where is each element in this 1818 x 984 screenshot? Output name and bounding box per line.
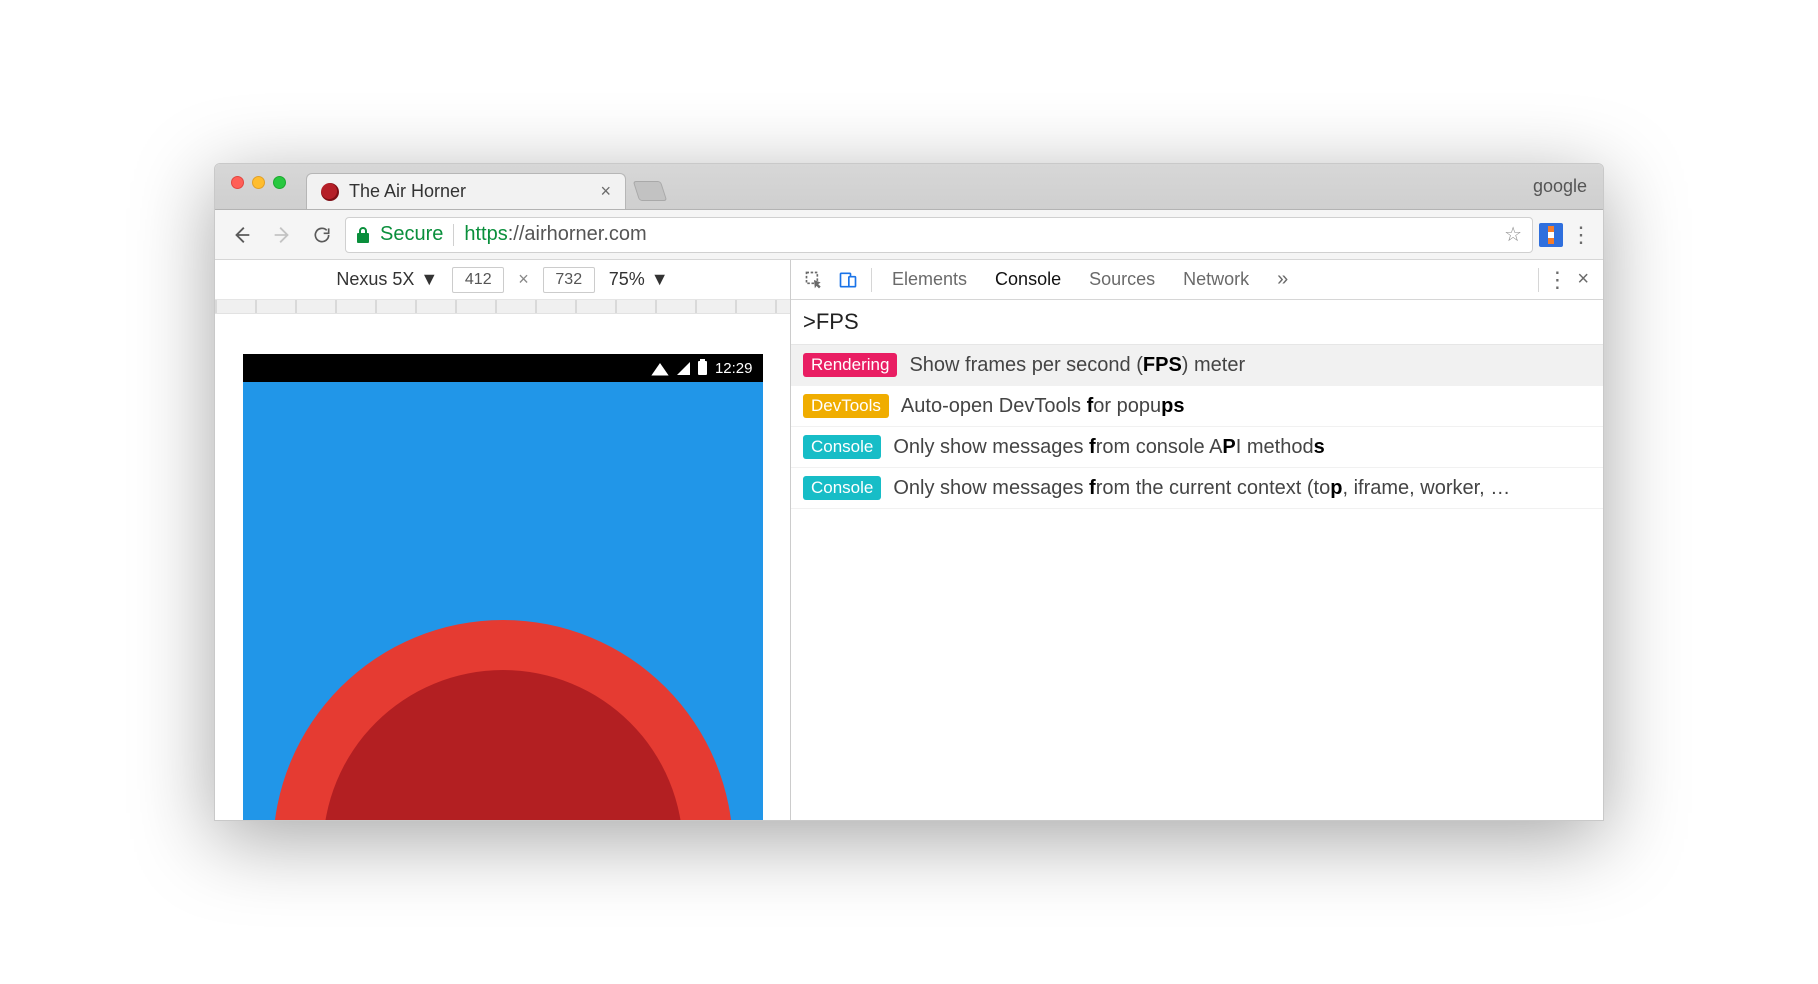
device-name: Nexus 5X bbox=[336, 269, 414, 290]
toolbar: Secure https://airhorner.com ☆ ⋮ bbox=[215, 210, 1603, 260]
chevron-down-icon: ▼ bbox=[420, 269, 438, 290]
battery-icon bbox=[698, 361, 707, 375]
devtools-menu-button[interactable]: ⋮ bbox=[1545, 267, 1569, 293]
android-status-bar: 12:29 bbox=[243, 354, 763, 382]
inspect-element-button[interactable] bbox=[797, 263, 831, 297]
separator bbox=[1538, 268, 1539, 292]
device-width-input[interactable] bbox=[452, 267, 504, 293]
command-menu-input-row bbox=[791, 300, 1603, 344]
devtools-close-button[interactable]: × bbox=[1569, 268, 1597, 291]
signal-icon bbox=[677, 362, 690, 375]
command-menu-item[interactable]: DevTools Auto-open DevTools for popups bbox=[791, 386, 1603, 427]
new-tab-button[interactable] bbox=[633, 181, 667, 201]
command-category-badge: DevTools bbox=[803, 394, 889, 418]
separator bbox=[453, 224, 454, 246]
window-controls bbox=[225, 164, 292, 209]
profile-label[interactable]: google bbox=[1533, 176, 1593, 197]
url-scheme: https bbox=[464, 223, 507, 245]
command-menu-item[interactable]: Console Only show messages from console A… bbox=[791, 427, 1603, 468]
device-frame: 12:29 bbox=[243, 354, 763, 820]
reload-icon bbox=[312, 225, 332, 245]
status-time: 12:29 bbox=[715, 360, 753, 377]
url-host: ://airhorner.com bbox=[508, 223, 647, 245]
chrome-menu-button[interactable]: ⋮ bbox=[1569, 222, 1593, 248]
lighthouse-extension-icon[interactable] bbox=[1539, 223, 1563, 247]
airhorn-inner-circle bbox=[323, 670, 683, 820]
tab-favicon-icon bbox=[321, 183, 339, 201]
zoom-select[interactable]: 75% ▼ bbox=[609, 269, 669, 290]
wifi-icon bbox=[651, 363, 669, 376]
command-category-badge: Rendering bbox=[803, 353, 897, 377]
window-zoom-button[interactable] bbox=[273, 176, 286, 189]
tab-strip: The Air Horner × google bbox=[215, 164, 1603, 210]
more-tabs-button[interactable]: » bbox=[1267, 268, 1298, 291]
device-select[interactable]: Nexus 5X ▼ bbox=[336, 269, 438, 290]
secure-label: Secure bbox=[380, 223, 443, 246]
zoom-value: 75% bbox=[609, 269, 645, 290]
device-toolbar: Nexus 5X ▼ × 75% ▼ bbox=[215, 260, 790, 300]
command-item-label: Auto-open DevTools for popups bbox=[901, 395, 1185, 418]
command-item-label: Only show messages from console API meth… bbox=[893, 436, 1324, 459]
chevron-down-icon: ▼ bbox=[651, 269, 669, 290]
viewport-area: 12:29 bbox=[215, 314, 790, 820]
command-menu-item[interactable]: Rendering Show frames per second (FPS) me… bbox=[791, 345, 1603, 386]
devtools-pane: ElementsConsoleSourcesNetwork » ⋮ × Rend… bbox=[791, 260, 1603, 820]
device-height-input[interactable] bbox=[543, 267, 595, 293]
devtools-tab-bar: ElementsConsoleSourcesNetwork » ⋮ × bbox=[791, 260, 1603, 300]
devtools-tab-elements[interactable]: Elements bbox=[878, 260, 981, 299]
devtools-tab-console[interactable]: Console bbox=[981, 260, 1075, 299]
ruler bbox=[215, 300, 790, 314]
window-minimize-button[interactable] bbox=[252, 176, 265, 189]
command-item-label: Show frames per second (FPS) meter bbox=[909, 354, 1245, 377]
devtools-tab-network[interactable]: Network bbox=[1169, 260, 1263, 299]
device-icon bbox=[838, 270, 858, 290]
command-menu-input[interactable] bbox=[803, 309, 1591, 335]
forward-button[interactable] bbox=[265, 218, 299, 252]
bookmark-star-button[interactable]: ☆ bbox=[1504, 222, 1522, 247]
toggle-device-toolbar-button[interactable] bbox=[831, 263, 865, 297]
separator bbox=[871, 268, 872, 292]
command-category-badge: Console bbox=[803, 435, 881, 459]
command-item-label: Only show messages from the current cont… bbox=[893, 477, 1510, 500]
url-text: https://airhorner.com bbox=[464, 223, 646, 246]
devtools-tab-sources[interactable]: Sources bbox=[1075, 260, 1169, 299]
tab-title: The Air Horner bbox=[349, 181, 466, 202]
arrow-left-icon bbox=[231, 224, 253, 246]
dimension-separator: × bbox=[518, 269, 529, 290]
airhorn-graphic[interactable] bbox=[273, 620, 733, 820]
command-category-badge: Console bbox=[803, 476, 881, 500]
browser-tab[interactable]: The Air Horner × bbox=[306, 173, 626, 209]
reload-button[interactable] bbox=[305, 218, 339, 252]
browser-window: The Air Horner × google Secure https://a… bbox=[214, 163, 1604, 821]
inspect-icon bbox=[804, 270, 824, 290]
address-bar[interactable]: Secure https://airhorner.com ☆ bbox=[345, 217, 1533, 253]
arrow-right-icon bbox=[271, 224, 293, 246]
command-menu-item[interactable]: Console Only show messages from the curre… bbox=[791, 468, 1603, 509]
lock-icon bbox=[356, 227, 370, 243]
device-mode-pane: Nexus 5X ▼ × 75% ▼ 12:29 bbox=[215, 260, 791, 820]
command-menu-list: Rendering Show frames per second (FPS) me… bbox=[791, 344, 1603, 509]
back-button[interactable] bbox=[225, 218, 259, 252]
window-close-button[interactable] bbox=[231, 176, 244, 189]
tab-close-button[interactable]: × bbox=[600, 181, 611, 202]
content-area: Nexus 5X ▼ × 75% ▼ 12:29 bbox=[215, 260, 1603, 820]
